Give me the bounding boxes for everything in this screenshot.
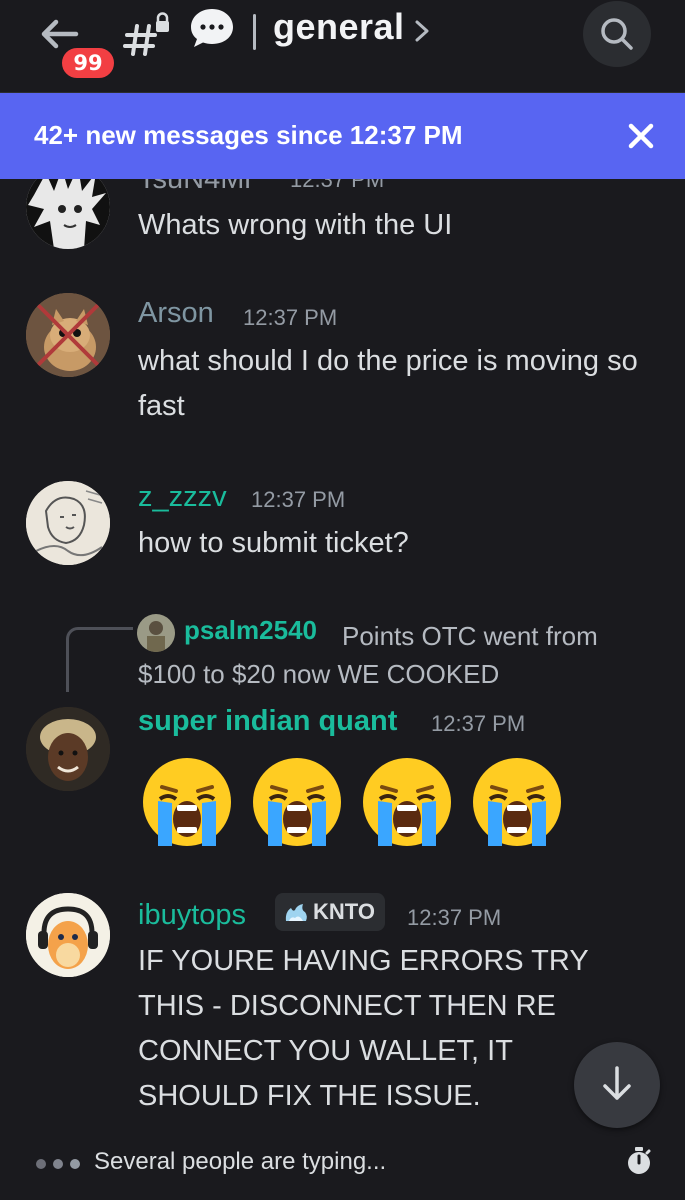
cat-avatar-image: [26, 293, 110, 377]
threads-icon[interactable]: [188, 6, 236, 50]
close-icon[interactable]: [628, 123, 654, 149]
message-text: Whats wrong with the UI: [138, 209, 453, 241]
message-text: IF YOURE HAVING ERRORS TRY THIS - DISCON…: [138, 945, 589, 1112]
header-divider: [253, 14, 256, 50]
loudly-crying-face-icon: [363, 758, 451, 846]
message-username[interactable]: TsuN4Mi: [138, 179, 251, 196]
emoji-row: [138, 757, 578, 847]
avatar[interactable]: [26, 481, 110, 565]
message-timestamp: 12:37 PM: [243, 305, 338, 330]
sketch-avatar-image: [26, 481, 110, 565]
message-username[interactable]: z_zzzv: [138, 481, 227, 514]
avatar[interactable]: [26, 293, 110, 377]
chevron-right-icon[interactable]: [412, 14, 432, 48]
search-button[interactable]: [583, 1, 651, 67]
message-username[interactable]: super indian quant: [138, 705, 397, 738]
clan-tag-label: KNTO: [313, 899, 375, 924]
charmander-avatar-image: [26, 893, 110, 977]
avatar[interactable]: [26, 893, 110, 977]
slowmode-timer-icon[interactable]: [626, 1146, 652, 1176]
message-timestamp: 12:37 PM: [251, 487, 346, 512]
channel-title[interactable]: general: [273, 6, 405, 48]
typing-indicator: Several people are typing...: [0, 1138, 685, 1200]
loudly-crying-face-icon: [473, 758, 561, 846]
clan-tag-icon: [285, 904, 307, 922]
message-text: what should I do the price is moving so …: [138, 345, 638, 422]
jump-to-bottom-button[interactable]: [574, 1042, 660, 1128]
loudly-crying-face-icon: [253, 758, 341, 846]
unread-badge: 99: [58, 44, 118, 82]
typing-text: Several people are typing...: [94, 1148, 387, 1175]
message-text: how to submit ticket?: [138, 527, 409, 559]
message-timestamp: 12:37 PM: [290, 179, 385, 192]
avatar[interactable]: [26, 707, 110, 791]
channel-header: 99 general: [0, 0, 685, 93]
avatar[interactable]: [26, 179, 110, 249]
arrow-down-icon: [603, 1066, 631, 1100]
private-channel-hash-icon: [123, 12, 169, 56]
message-feed[interactable]: TsuN4Mi 12:37 PM Whats wrong with the UI…: [0, 179, 685, 1139]
anime-avatar-image: [26, 179, 110, 249]
new-messages-text: 42+ new messages since 12:37 PM: [34, 120, 463, 150]
person-avatar-image: [26, 707, 110, 791]
reply-connector: [66, 627, 133, 692]
clan-tag[interactable]: KNTO: [275, 893, 385, 931]
search-icon: [601, 18, 633, 50]
message-timestamp: 12:37 PM: [431, 711, 526, 736]
message-username[interactable]: ibuytops: [138, 899, 246, 932]
typing-dots-icon: [36, 1159, 80, 1169]
reply-username[interactable]: psalm2540: [184, 615, 317, 646]
new-messages-banner[interactable]: 42+ new messages since 12:37 PM: [0, 93, 685, 179]
loudly-crying-face-icon: [143, 758, 231, 846]
message-username[interactable]: Arson: [138, 297, 214, 330]
message-timestamp: 12:37 PM: [407, 905, 502, 930]
